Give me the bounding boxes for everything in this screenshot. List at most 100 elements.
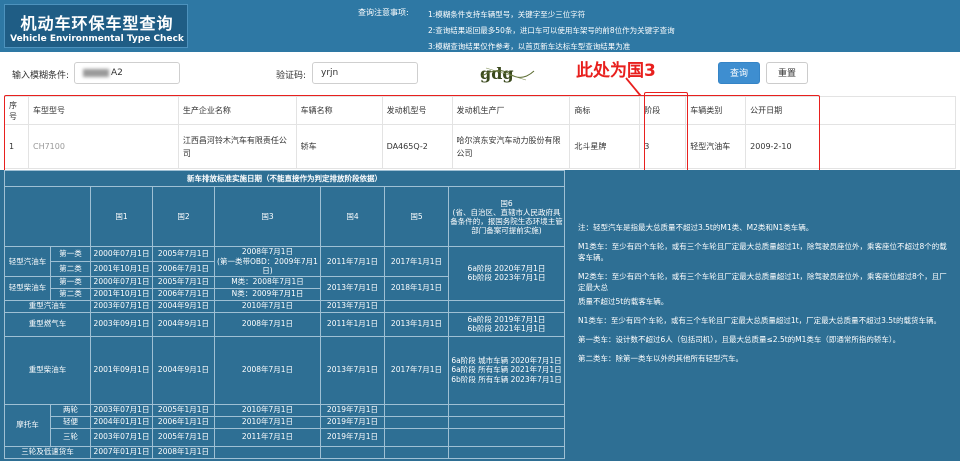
note: M1类车：至少有四个车轮，或有三个车轮且厂定最大总质量超过1t，除驾驶员座位外，…	[578, 242, 947, 262]
cell: 2013年7月1日	[320, 335, 385, 405]
cell: N类：2009年7月1日	[214, 287, 321, 301]
cell: 2005年7月1日	[152, 246, 215, 262]
cell: 2008年1月1日	[152, 445, 215, 459]
search-bar: 输入模糊条件: A2 验证码: yrjn gdg 查询 重置	[0, 52, 960, 94]
note: 第一类车：设计数不超过6人（包括司机），且最大总质量≤2.5t的M1类车（即通常…	[578, 335, 901, 344]
standards-section: 新车排放标准实施日期（不能直接作为判定排放阶段依据） 国1 国2 国3 国4 国…	[0, 170, 960, 461]
col-g3: 国3	[214, 186, 321, 247]
model-label: 输入模糊条件:	[12, 71, 70, 81]
cell-empty	[448, 415, 565, 429]
row-heavy-cng: 重型燃气车	[4, 311, 91, 337]
cell: 6a阶段 城市车辆 2020年7月1日 6a阶段 所有车辆 2021年7月1日 …	[448, 335, 565, 405]
note: N1类车：至少有四个车轮，或有三个车轮且厂定最大总质量超过1t，厂定最大总质量不…	[578, 316, 941, 325]
note-1: 1:模糊条件支持车辆型号，关键字至少三位字符	[428, 10, 586, 19]
note: M2类车：至少有四个车轮，或有三个车轮且厂定最大总质量超过1t，除驾驶员座位外，…	[578, 272, 947, 292]
col-g6: 国6 (省、自治区、直辖市人民政府具备条件的，报国务院生态环境主管部门备案可提前…	[448, 186, 565, 247]
vehicle-class-notes: 注：轻型汽车是指最大总质量不超过3.5t的M1类、M2类和N1类车辆。 M1类车…	[578, 222, 950, 372]
cell-empty	[384, 427, 449, 447]
row-light-gas: 轻型汽油车	[4, 246, 51, 277]
cell: 6a阶段 2019年7月1日 6b阶段 2021年1月1日	[448, 311, 565, 337]
cell: 三轮	[50, 427, 91, 447]
cell: 2005年1月1日	[152, 403, 215, 417]
query-notes: 1:模糊条件支持车辆型号，关键字至少三位字符 2:查询结果返回最多50条，进口车…	[428, 7, 675, 55]
cell-empty	[448, 427, 565, 447]
cell: 2011年7月1日	[214, 427, 321, 447]
cell: 2005年7月1日	[152, 275, 215, 289]
class1: 第一类	[50, 275, 91, 289]
cell: 2019年7月1日	[320, 403, 385, 417]
cell: 2000年07月1日	[90, 246, 153, 262]
cell: 2008年7月1日	[214, 335, 321, 405]
cell-empty	[384, 403, 449, 417]
captcha-image[interactable]: gdg	[476, 62, 538, 84]
note: 第二类车：除第一类车以外的其他所有轻型汽车。	[578, 354, 743, 363]
annotation-box-stage	[644, 92, 688, 176]
standards-caption: 新车排放标准实施日期（不能直接作为判定排放阶段依据）	[4, 170, 565, 187]
row-heavy-gas: 重型汽油车	[4, 299, 91, 313]
cell: 2019年7月1日	[320, 415, 385, 429]
cell: 2010年7月1日	[214, 415, 321, 429]
reset-button[interactable]: 重置	[766, 62, 808, 84]
cell: 两轮	[50, 403, 91, 417]
cell-empty	[448, 299, 565, 313]
note-2: 2:查询结果返回最多50条，进口车可以使用车架号的前8位作为关键字查询	[428, 26, 675, 35]
cell-empty	[320, 445, 385, 459]
cell: 2006年7月1日	[152, 260, 215, 277]
class2: 第二类	[50, 287, 91, 301]
row-tricycle: 三轮及低速货车	[4, 445, 91, 459]
cell-empty	[214, 445, 321, 459]
notes-label: 查询注意事项:	[358, 8, 409, 17]
cell-empty	[384, 415, 449, 429]
model-input[interactable]: A2	[74, 62, 180, 84]
col-g1: 国1	[90, 186, 153, 247]
redacted-text	[83, 68, 109, 77]
cell: 2004年01月1日	[90, 415, 153, 429]
cell: 2003年07月1日	[90, 427, 153, 447]
class1: 第一类	[50, 246, 91, 262]
query-button[interactable]: 查询	[718, 62, 760, 84]
cell: 2008年7月1日	[214, 311, 321, 337]
page-header: 机动车环保车型查询 Vehicle Environmental Type Che…	[0, 0, 960, 52]
cell-empty	[448, 445, 565, 459]
cell: 轻便	[50, 415, 91, 429]
cell: 2013年7月1日	[320, 275, 385, 301]
captcha-input[interactable]: yrjn	[312, 62, 418, 84]
cell: 2003年07月1日	[90, 299, 153, 313]
col-g4: 国4	[320, 186, 385, 247]
cell: 2001年10月1日	[90, 287, 153, 301]
cell-empty	[384, 445, 449, 459]
row-light-diesel: 轻型柴油车	[4, 275, 51, 301]
note: 质量不超过5t的载客车辆。	[578, 297, 669, 306]
cell: 2003年09月1日	[90, 311, 153, 337]
cell: M类：2008年7月1日	[214, 275, 321, 289]
cell: 2017年7月1日	[384, 335, 449, 405]
cell: 2013年1月1日	[384, 311, 449, 337]
cell: 2017年1月1日	[384, 246, 449, 277]
cell: 2004年9月1日	[152, 335, 215, 405]
site-logo: 机动车环保车型查询 Vehicle Environmental Type Che…	[4, 4, 188, 48]
col-g2: 国2	[152, 186, 215, 247]
cell: 2006年7月1日	[152, 287, 215, 301]
cell-empty	[448, 403, 565, 417]
cell: 6a阶段 2020年7月1日 6b阶段 2023年7月1日	[448, 246, 565, 301]
row-motorcycle: 摩托车	[4, 403, 51, 447]
cell: 2000年07月1日	[90, 275, 153, 289]
cell: 2011年7月1日	[320, 246, 385, 277]
captcha-label: 验证码:	[276, 71, 307, 81]
cell: 2011年1月1日	[320, 311, 385, 337]
annotation-box-result	[4, 95, 820, 173]
cell: 2004年9月1日	[152, 311, 215, 337]
cell-empty	[384, 299, 449, 313]
row-heavy-diesel: 重型柴油车	[4, 335, 91, 405]
cell: 2003年07月1日	[90, 403, 153, 417]
cell: 2005年7月1日	[152, 427, 215, 447]
cell: 2010年7月1日	[214, 403, 321, 417]
cell: 2013年7月1日	[320, 299, 385, 313]
class2: 第二类	[50, 260, 91, 277]
cell: 2007年01月1日	[90, 445, 153, 459]
site-title: 机动车环保车型查询	[20, 14, 174, 33]
corner-cell	[4, 186, 91, 247]
cell: 2006年1月1日	[152, 415, 215, 429]
site-subtitle: Vehicle Environmental Type Check	[10, 34, 184, 44]
note: 注：轻型汽车是指最大总质量不超过3.5t的M1类、M2类和N1类车辆。	[578, 223, 814, 232]
